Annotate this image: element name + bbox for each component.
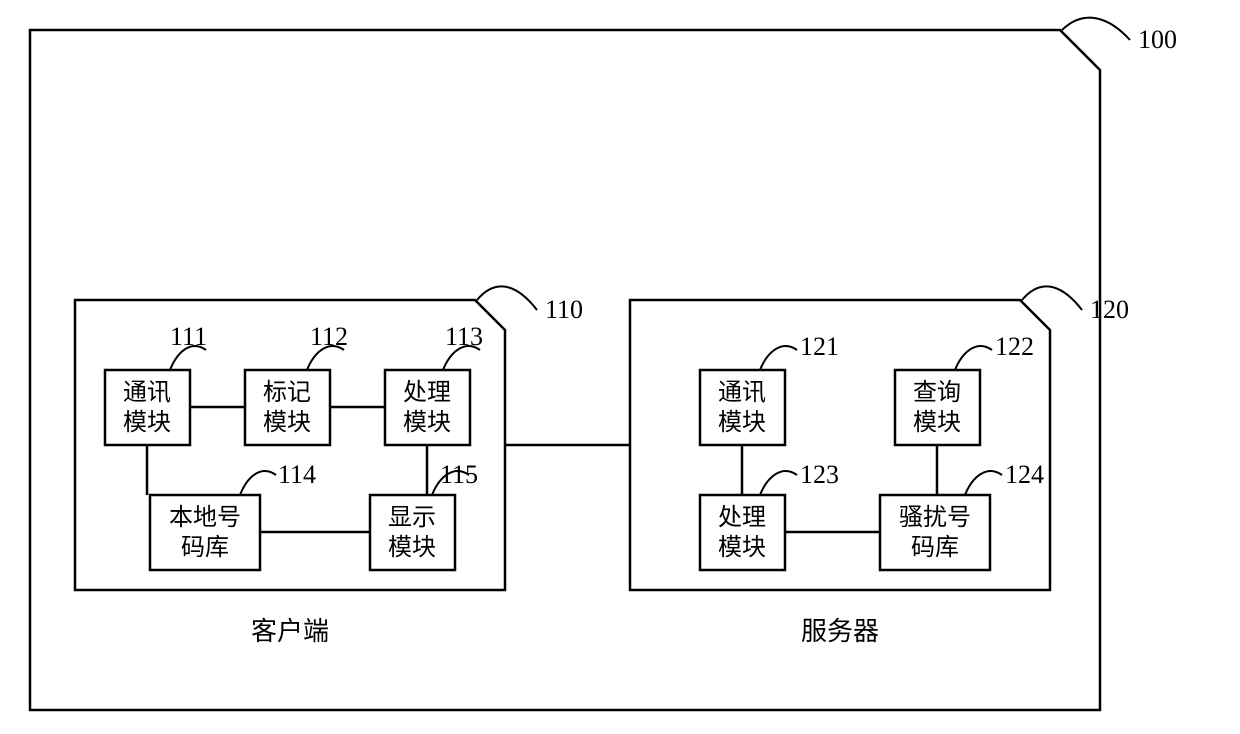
- client-proc-l1: 处理: [403, 379, 451, 406]
- system-diagram: 100 110 客户端 通讯 模块 111 标记 模块 112 处理 模块 11…: [0, 0, 1240, 734]
- server-block: 120 服务器 通讯 模块 121 查询 模块 122 处理 模块 123 骚扰…: [630, 286, 1129, 646]
- leader-123: [760, 471, 797, 495]
- ref-124: 124: [1005, 460, 1044, 489]
- server-proc-l2: 模块: [718, 534, 766, 561]
- server-query-l2: 模块: [913, 409, 961, 436]
- server-spamdb-l2: 码库: [911, 534, 959, 561]
- client-localdb-l1: 本地号: [169, 504, 241, 531]
- leader-114: [240, 471, 276, 495]
- ref-113: 113: [445, 322, 483, 351]
- client-comm-l1: 通讯: [123, 380, 171, 406]
- server-spamdb-l1: 骚扰号: [899, 504, 971, 531]
- server-proc-l1: 处理: [718, 504, 766, 531]
- ref-121: 121: [800, 332, 839, 361]
- server-comm-l2: 模块: [718, 409, 766, 436]
- ref-120: 120: [1090, 295, 1129, 324]
- ref-112: 112: [310, 322, 348, 351]
- client-mark-l2: 模块: [263, 409, 311, 436]
- ref-115: 115: [440, 460, 478, 489]
- client-display-l2: 模块: [388, 534, 436, 561]
- leader-121: [760, 346, 797, 370]
- leader-120: [1022, 286, 1082, 310]
- ref-114: 114: [278, 460, 316, 489]
- client-label: 客户端: [251, 617, 329, 646]
- leader-100: [1062, 18, 1130, 40]
- server-label: 服务器: [801, 617, 879, 646]
- client-proc-l2: 模块: [403, 409, 451, 436]
- server-box: [630, 300, 1050, 590]
- ref-123: 123: [800, 460, 839, 489]
- ref-111: 111: [170, 322, 207, 351]
- leader-122: [955, 346, 992, 370]
- leader-110: [477, 286, 537, 310]
- client-localdb-l2: 码库: [181, 534, 229, 561]
- server-comm-l1: 通讯: [718, 380, 766, 406]
- client-comm-l2: 模块: [123, 409, 171, 436]
- server-query-l1: 查询: [913, 379, 961, 406]
- ref-110: 110: [545, 295, 583, 324]
- client-display-l1: 显示: [388, 505, 436, 531]
- client-block: 110 客户端 通讯 模块 111 标记 模块 112 处理 模块 113 本地…: [75, 286, 583, 646]
- client-mark-l1: 标记: [263, 379, 311, 406]
- leader-124: [965, 471, 1002, 495]
- ref-100: 100: [1138, 25, 1177, 54]
- ref-122: 122: [995, 332, 1034, 361]
